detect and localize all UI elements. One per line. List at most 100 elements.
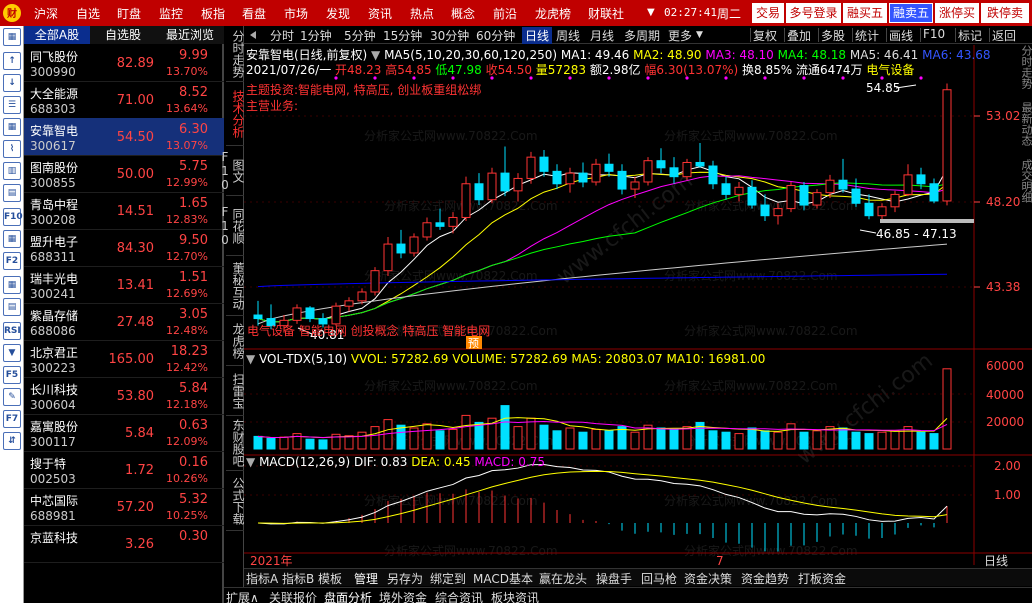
stock-row[interactable]: 瑞丰光电 300241 13.41 1.51 12.69% — [24, 266, 224, 304]
stock-row[interactable]: 嘉寓股份 300117 5.84 0.63 12.09% — [24, 414, 224, 452]
stock-row[interactable]: 青岛中程 300208 14.51 1.65 12.83% — [24, 192, 224, 230]
candle[interactable] — [448, 212, 458, 234]
volume-bar[interactable] — [461, 414, 471, 450]
period-8[interactable]: 月线 — [590, 27, 614, 44]
period-7[interactable]: 周线 — [556, 27, 580, 44]
side-tab-1[interactable]: 技术分析 — [226, 82, 245, 146]
volume-bar[interactable] — [266, 438, 276, 450]
macd-histogram[interactable] — [258, 489, 948, 552]
top-button-2[interactable]: 融买五 — [843, 3, 887, 23]
candle[interactable] — [786, 181, 796, 213]
volume-bar[interactable] — [864, 433, 874, 450]
doc-icon[interactable]: ▤ — [3, 298, 21, 316]
volume-bar[interactable] — [318, 439, 328, 450]
volume-bar[interactable] — [890, 430, 900, 450]
volume-bar[interactable] — [838, 427, 848, 450]
menu-item-10[interactable]: 概念 — [451, 5, 475, 22]
stock-row[interactable]: 图南股份 300855 50.00 5.75 12.99% — [24, 155, 224, 193]
candle[interactable] — [747, 180, 757, 209]
indicator-tab-3[interactable]: 管理 — [354, 570, 378, 587]
side-tab-6[interactable]: 扫雷宝 — [226, 366, 245, 416]
volume-bar[interactable] — [539, 424, 549, 450]
rsi-icon[interactable]: RSI — [3, 322, 21, 340]
vol-dropdown-icon[interactable]: ▼ — [246, 352, 255, 366]
menu-item-1[interactable]: 自选 — [76, 5, 100, 22]
indicator-tab-4[interactable]: 另存为 — [387, 570, 423, 587]
ma-dropdown-icon[interactable]: ▼ — [371, 48, 380, 62]
vol-label[interactable]: VOL-TDX(5,10) — [259, 352, 347, 366]
candle[interactable] — [708, 160, 718, 190]
menu-item-12[interactable]: 龙虎榜 — [535, 5, 571, 22]
info-sector[interactable]: 电气设备 — [866, 63, 914, 77]
volume-bar[interactable] — [591, 428, 601, 450]
candle[interactable] — [617, 164, 627, 195]
candle[interactable] — [253, 300, 263, 326]
tab-all-a-shares[interactable]: 全部A股 — [24, 26, 90, 44]
volume-bar[interactable] — [357, 431, 367, 450]
volume-bar[interactable] — [799, 431, 809, 450]
indicator-tab-12[interactable]: 打板资金 — [798, 570, 846, 587]
list-icon[interactable]: ☰ — [3, 96, 21, 114]
volume-bar[interactable] — [513, 426, 523, 450]
arrow-icon[interactable]: ⇵ — [3, 432, 21, 450]
period-9[interactable]: 多周期 — [624, 27, 660, 44]
stock-row[interactable]: 盟升电子 688311 84.30 9.50 12.70% — [24, 229, 224, 267]
stock-row[interactable]: 大全能源 688303 71.00 8.52 13.64% — [24, 81, 224, 119]
volume-bar[interactable] — [435, 430, 445, 450]
candle[interactable] — [890, 190, 900, 213]
period-5[interactable]: 60分钟 — [476, 27, 515, 44]
stock-row[interactable]: 紫晶存储 688086 27.48 3.05 12.48% — [24, 303, 224, 341]
status-tab-5[interactable]: 板块资讯 — [491, 589, 539, 603]
candle[interactable] — [344, 297, 354, 312]
side-tab-4[interactable]: 董秘互动 — [226, 256, 245, 316]
pencil-icon[interactable]: ✎ — [3, 388, 21, 406]
candle[interactable] — [903, 164, 913, 197]
status-tab-2[interactable]: 盘面分析 — [324, 589, 372, 603]
menu-item-6[interactable]: 市场 — [284, 5, 308, 22]
menu-item-2[interactable]: 盯盘 — [117, 5, 141, 22]
volume-bar[interactable] — [474, 421, 484, 450]
side-tab-0[interactable]: 分时走势 — [226, 26, 245, 82]
top-button-5[interactable]: 跌停卖 — [981, 3, 1029, 23]
candle-icon[interactable]: ▥ — [3, 162, 21, 180]
volume-bar[interactable] — [916, 431, 926, 450]
grid3-icon[interactable]: ▦ — [3, 230, 21, 248]
tool-1[interactable]: 叠加 — [787, 27, 811, 44]
candle[interactable] — [604, 153, 614, 177]
tool-5[interactable]: F10 — [923, 27, 945, 41]
indicator-tab-0[interactable]: 指标A — [246, 570, 278, 587]
right-vertical-text[interactable]: 分时走势 最新动态 成交明细 — [1020, 45, 1032, 203]
stock-row[interactable]: 北京君正 300223 165.00 18.23 12.42% — [24, 340, 224, 378]
grid4-icon[interactable]: ▦ — [3, 276, 21, 294]
volume-bar[interactable] — [734, 433, 744, 450]
macd-dropdown-icon[interactable]: ▼ — [246, 455, 255, 469]
volume-bar[interactable] — [773, 431, 783, 450]
tab-watchlist[interactable]: 自选股 — [90, 26, 156, 44]
menu-item-0[interactable]: 沪深 — [34, 5, 58, 22]
more-arrow-icon[interactable]: ▼ — [696, 30, 703, 40]
candle[interactable] — [656, 148, 666, 174]
side-tab-8[interactable]: 公式下载 — [226, 471, 245, 531]
candle[interactable] — [461, 176, 471, 222]
candle[interactable] — [721, 176, 731, 200]
tool-7[interactable]: 返回 — [992, 27, 1016, 44]
menu-item-13[interactable]: 财联社 — [588, 5, 624, 22]
candle[interactable] — [539, 150, 549, 177]
indicator-tab-2[interactable]: 模板 — [318, 570, 342, 587]
volume-bar[interactable] — [422, 423, 432, 450]
volume-bar[interactable] — [669, 428, 679, 450]
macd-label[interactable]: MACD(12,26,9) — [259, 455, 350, 469]
volume-bar[interactable] — [565, 427, 575, 450]
volume-bar[interactable] — [578, 431, 588, 450]
volume-bar[interactable] — [851, 431, 861, 450]
top-button-3[interactable]: 融卖五 — [889, 3, 933, 23]
tool-6[interactable]: 标记 — [958, 27, 982, 44]
period-4[interactable]: 30分钟 — [430, 27, 469, 44]
volume-bar[interactable] — [552, 430, 562, 450]
volume-bar[interactable] — [942, 368, 952, 450]
volume-bar[interactable] — [682, 426, 692, 450]
volume-bar[interactable] — [747, 427, 757, 450]
indicator-tab-8[interactable]: 操盘手 — [596, 570, 632, 587]
period-10[interactable]: 更多 — [668, 27, 692, 44]
volume-bar[interactable] — [448, 428, 458, 450]
